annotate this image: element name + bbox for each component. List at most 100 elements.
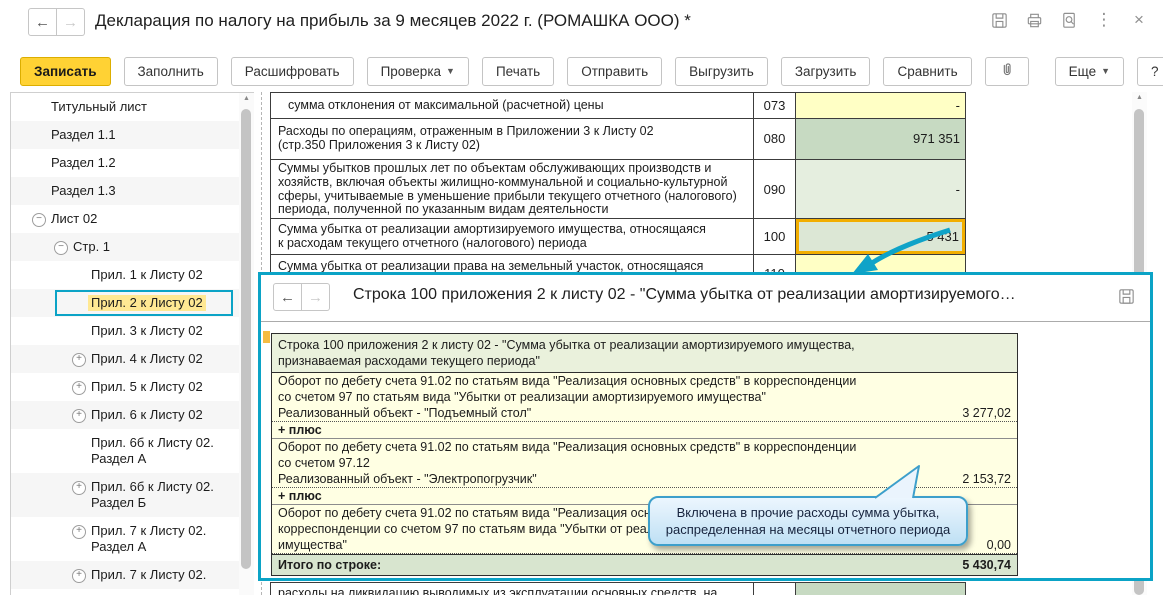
row-value[interactable] <box>796 583 965 595</box>
popup-history-nav: ← → <box>273 283 330 311</box>
table-row: Расходы по операциям, отраженным в Прило… <box>270 119 966 160</box>
table-row: расходы на ликвидацию выводимых из экспл… <box>270 582 966 595</box>
sidebar-item[interactable]: + Прил. 6б к Листу 02. Раздел Б <box>11 473 239 517</box>
toolbar-button[interactable]: Отправить <box>567 56 663 86</box>
sidebar-item-label: Раздел 1.3 <box>51 183 116 198</box>
detail-line: со счетом 97 по статьям вида "Убытки от … <box>278 390 766 404</box>
toolbar-button[interactable]: Загрузить <box>780 56 871 86</box>
row-label: сумма отклонения от максимальной (расчет… <box>271 93 754 118</box>
scrollbar-thumb[interactable] <box>241 109 251 569</box>
sidebar-item[interactable]: + Прил. 7 к Листу 02. Раздел А <box>11 517 239 561</box>
sidebar-item[interactable]: Прил. 2 к Листу 02 <box>11 289 239 317</box>
sidebar-item-label: Лист 02 <box>51 211 98 226</box>
sidebar-item-label: Прил. 1 к Листу 02 <box>91 267 203 282</box>
more-button[interactable]: Еще ▼ <box>1054 56 1125 86</box>
window-icons: ⋮ × <box>989 10 1149 30</box>
detail-value: 2 153,72 <box>962 472 1011 486</box>
sidebar-item[interactable]: Раздел 1.2 <box>11 149 239 177</box>
sidebar-item-label: Стр. 1 <box>73 239 111 254</box>
print-icon[interactable] <box>1024 10 1044 30</box>
hint-bubble-tail <box>874 465 920 499</box>
preview-icon[interactable] <box>1059 10 1079 30</box>
row-value[interactable]: 971 351 <box>796 119 965 159</box>
sidebar-item[interactable]: Раздел 1.3 <box>11 177 239 205</box>
attach-button[interactable] <box>984 56 1029 86</box>
row-code: 073 <box>754 93 796 118</box>
sidebar-item-label: Прил. 7 к Листу 02. Раздел А <box>91 523 207 554</box>
toolbar-button[interactable]: Сравнить <box>883 56 972 86</box>
collapse-icon[interactable]: − <box>32 213 46 227</box>
expand-icon[interactable]: + <box>72 353 86 367</box>
toolbar-button[interactable]: Расшифровать <box>230 56 354 86</box>
row-label: расходы на ликвидацию выводимых из экспл… <box>271 583 754 595</box>
popup-forward-button[interactable]: → <box>302 283 330 311</box>
page-title: Декларация по налогу на прибыль за 9 мес… <box>95 11 691 30</box>
row-value[interactable]: - <box>796 160 965 218</box>
detail-value: 0,00 <box>986 538 1011 552</box>
toolbar-button[interactable]: Заполнить <box>123 56 218 86</box>
total-row: Итого по строке: 5 430,74 <box>272 554 1017 575</box>
group-marker[interactable] <box>263 331 270 343</box>
sidebar-item-label: Прил. 4 к Листу 02 <box>91 351 203 366</box>
row-code: 080 <box>754 119 796 159</box>
table-row: Суммы убытков прошлых лет по объектам об… <box>270 160 966 219</box>
close-icon[interactable]: × <box>1129 10 1149 30</box>
sidebar-item-label: Раздел 1.1 <box>51 127 116 142</box>
scroll-up-icon[interactable]: ▲ <box>239 95 254 102</box>
detail-line: Реализованный объект - "Подъемный стол" 3… <box>272 405 1017 422</box>
toolbar-button[interactable]: Печать <box>481 56 555 86</box>
sidebar-item[interactable]: Прил. 1 к Листу 02 <box>11 261 239 289</box>
toolbar-button[interactable]: Проверка ▼ <box>366 56 469 86</box>
toolbar: Записать Заполнить Расшифровать Проверка ▼ Пе… <box>20 56 1163 86</box>
sidebar-item[interactable]: Прил. 3 к Листу 02 <box>11 317 239 345</box>
expand-icon[interactable]: + <box>72 481 86 495</box>
sidebar-item[interactable]: Прил. 6б к Листу 02. Раздел А <box>11 429 239 473</box>
toolbar-button-label: Печать <box>495 63 541 79</box>
row-label: Сумма убытка от реализации амортизируемо… <box>271 219 754 254</box>
expand-icon[interactable]: + <box>72 569 86 583</box>
forward-button[interactable]: → <box>57 8 85 36</box>
expand-icon[interactable]: + <box>72 409 86 423</box>
sidebar-scrollbar[interactable]: ▲ <box>239 93 254 595</box>
expand-icon[interactable]: + <box>72 525 86 539</box>
toolbar-button-label: Загрузить <box>794 63 857 79</box>
sidebar-item[interactable]: − Лист 02 <box>11 205 239 233</box>
row-value[interactable]: - <box>796 93 965 118</box>
toolbar-button-label: Сравнить <box>897 63 958 79</box>
toolbar-button-label: Выгрузить <box>689 63 754 79</box>
row-label: Расходы по операциям, отраженным в Прило… <box>271 119 754 159</box>
save-icon[interactable] <box>989 10 1009 30</box>
plus-row: + плюс <box>272 422 1017 439</box>
detail-line: Оборот по дебету счета 91.02 по статьям … <box>278 374 857 388</box>
more-icon[interactable]: ⋮ <box>1094 10 1114 30</box>
toolbar-button-label: Отправить <box>581 63 649 79</box>
scroll-up-icon[interactable]: ▲ <box>1132 94 1147 101</box>
sidebar-item[interactable]: Титульный лист <box>11 93 239 121</box>
sidebar-item-label: Прил. 2 к Листу 02 <box>88 295 206 311</box>
total-label: Итого по строке: <box>278 558 382 572</box>
sidebar-item-label: Прил. 6б к Листу 02. Раздел Б <box>91 479 214 510</box>
sidebar-item[interactable]: − Стр. 1 <box>11 233 239 261</box>
chevron-down-icon: ▼ <box>446 66 455 76</box>
collapse-icon[interactable]: − <box>54 241 68 255</box>
toolbar-button[interactable]: Выгрузить <box>675 56 768 86</box>
toolbar-button-label: Записать <box>34 63 97 79</box>
detail-line: Оборот по дебету счета 91.02 по статьям … <box>278 440 857 454</box>
sidebar-item-label: Прил. 3 к Листу 02 <box>91 323 203 338</box>
help-button[interactable]: ? <box>1137 56 1163 86</box>
sidebar-item-label: Титульный лист <box>51 99 148 114</box>
back-button[interactable]: ← <box>28 8 57 36</box>
popup-back-button[interactable]: ← <box>273 283 302 311</box>
sidebar-item[interactable]: + Прил. 5 к Листу 02 <box>11 373 239 401</box>
toolbar-button-label: Проверка <box>380 63 442 79</box>
sidebar-item[interactable]: + Прил. 6 к Листу 02 <box>11 401 239 429</box>
sidebar-item[interactable]: + Прил. 7 к Листу 02. <box>11 561 239 589</box>
save-button[interactable]: Записать <box>20 56 111 86</box>
popup-save-icon[interactable] <box>1116 286 1136 306</box>
expand-icon[interactable]: + <box>72 381 86 395</box>
sidebar-item-label: Прил. 5 к Листу 02 <box>91 379 203 394</box>
decryption-popup: ← → Строка 100 приложения 2 к листу 02 -… <box>258 272 1153 581</box>
sidebar-item[interactable]: + Прил. 4 к Листу 02 <box>11 345 239 373</box>
sidebar-item[interactable]: Раздел 1.1 <box>11 121 239 149</box>
history-nav: ← → <box>28 8 85 36</box>
